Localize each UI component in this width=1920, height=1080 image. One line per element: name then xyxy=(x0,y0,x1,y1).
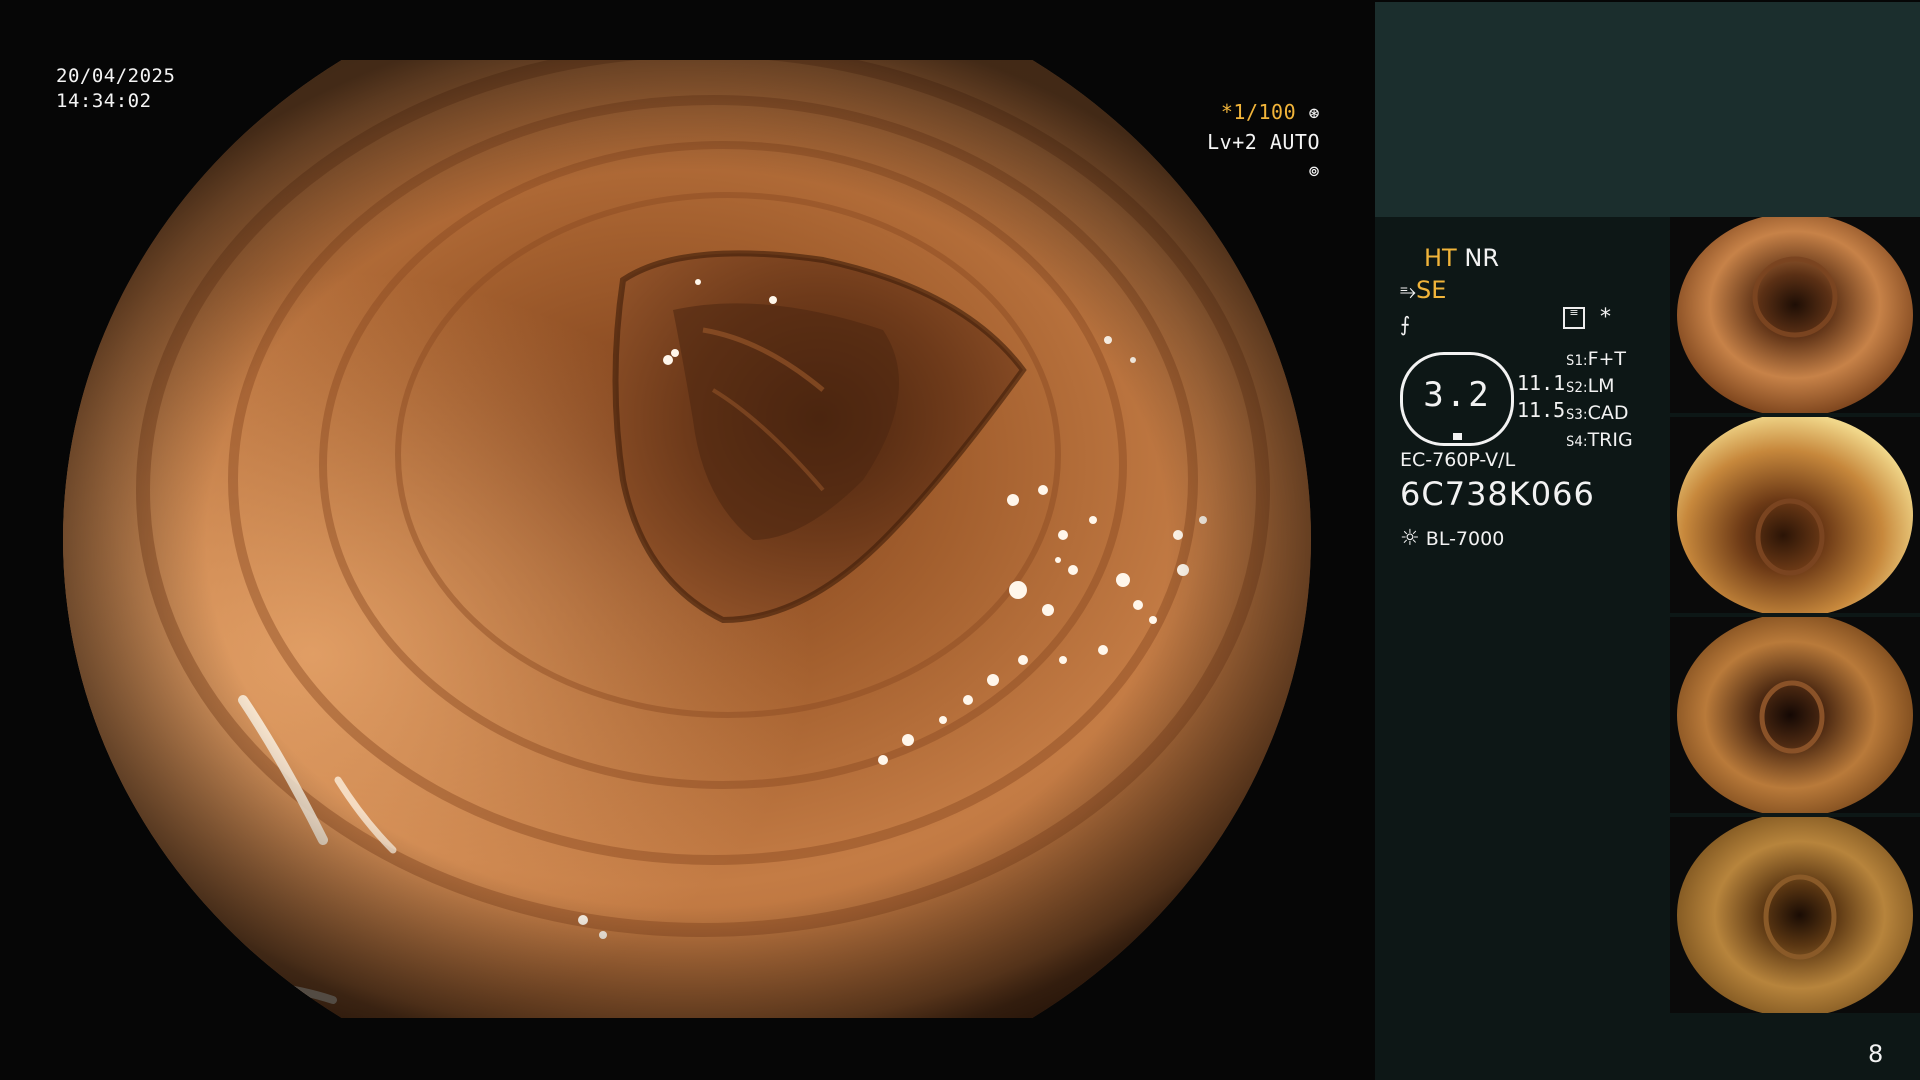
switch-s3: S3:CAD xyxy=(1566,402,1629,424)
zoom-side-values: 11.1 11.5 xyxy=(1517,370,1565,424)
ht-nr-row: HT NR xyxy=(1400,242,1499,274)
thumbnail-3[interactable] xyxy=(1670,617,1920,813)
iris-icon: ⊚ xyxy=(1308,161,1320,182)
thumbnail-1[interactable] xyxy=(1670,217,1920,413)
image-settings: HT NR ⥱SE ⨍ xyxy=(1400,242,1499,340)
light-source-row: ☼ BL-7000 xyxy=(1400,524,1595,554)
panel-header-area xyxy=(1375,2,1920,217)
thumbnail-strip xyxy=(1670,217,1920,1017)
zoom-value: 3.2 xyxy=(1423,375,1491,415)
endoscope-live-view xyxy=(63,60,1311,1018)
colon-lumen-image xyxy=(63,60,1311,1018)
se-row: ⥱SE xyxy=(1400,274,1499,307)
timestamp: 20/04/2025 14:34:02 xyxy=(56,64,175,114)
zoom-badge: 3.2 xyxy=(1400,352,1514,446)
nr-label: NR xyxy=(1464,244,1499,272)
level-text: Lv+2 AUTO xyxy=(1207,130,1320,154)
page-number: 8 xyxy=(1868,1040,1884,1068)
level-row: Lv+2 AUTO ⊚ xyxy=(1190,128,1320,186)
tone-icon: ⨍ xyxy=(1400,312,1411,336)
light-source-icon: ☼ xyxy=(1400,526,1420,551)
side-value-2: 11.5 xyxy=(1517,398,1566,422)
thumbnail-2[interactable] xyxy=(1670,417,1920,613)
side-value-1: 11.1 xyxy=(1517,371,1566,395)
structure-enhance-icon: ⥱ xyxy=(1400,279,1416,303)
scope-model: EC-760P-V/L xyxy=(1400,449,1516,471)
menu-icons: ≡ * xyxy=(1563,305,1611,330)
scope-serial: 6C738K066 xyxy=(1400,475,1595,513)
switch-s2: S2:LM xyxy=(1566,375,1615,397)
menu-settings-icon[interactable]: ≡ xyxy=(1563,307,1585,329)
switch-assignments: S1:F+T S2:LM S3:CAD S4:TRIG xyxy=(1566,347,1633,455)
thumbnail-4[interactable] xyxy=(1670,817,1920,1013)
time-text: 14:34:02 xyxy=(56,90,152,112)
ht-label: HT xyxy=(1424,244,1457,272)
light-source-text: BL-7000 xyxy=(1425,528,1505,550)
shutter-row: *1/100 ⊛ xyxy=(1190,98,1320,128)
aperture-icon: ⊛ xyxy=(1308,103,1320,124)
scope-info: EC-760P-V/L 6C738K066 ☼ BL-7000 xyxy=(1400,448,1595,554)
switch-s1: S1:F+T xyxy=(1566,348,1627,370)
date-text: 20/04/2025 xyxy=(56,65,176,87)
view-overlay: *1/100 ⊛ Lv+2 AUTO ⊚ xyxy=(1190,98,1320,186)
zoom-marker-icon xyxy=(1453,433,1462,440)
se-label: SE xyxy=(1416,276,1447,304)
tone-row: ⨍ xyxy=(1400,307,1499,340)
star-marker: * xyxy=(1600,305,1611,330)
shutter-speed: *1/100 xyxy=(1220,100,1297,124)
